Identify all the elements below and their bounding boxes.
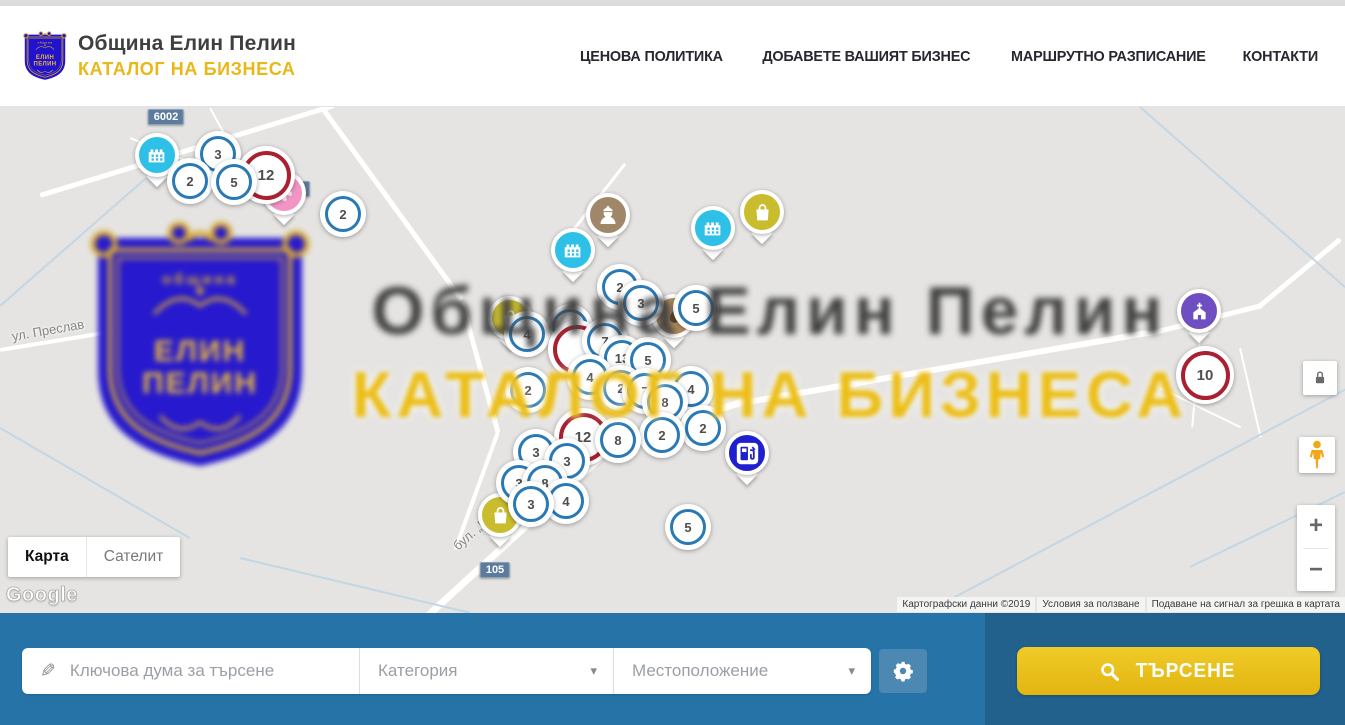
nav-item[interactable]: КОНТАКТИ bbox=[1243, 48, 1318, 65]
fuel-pin-marker[interactable] bbox=[725, 431, 769, 475]
cluster-count: 3 bbox=[513, 486, 549, 522]
attribution-text: Картографски данни ©2019 bbox=[897, 597, 1035, 612]
cluster-marker[interactable]: 2 bbox=[320, 191, 366, 237]
cluster-marker[interactable]: 3 bbox=[508, 481, 554, 527]
factory-pin-marker[interactable] bbox=[691, 206, 735, 250]
keyword-input[interactable] bbox=[68, 660, 349, 682]
map-type-map-button[interactable]: Карта bbox=[8, 537, 87, 577]
search-fields: ✎ Категория ▾ Местоположение ▾ bbox=[22, 648, 871, 694]
search-bar: ✎ Категория ▾ Местоположение ▾ ТЪРСЕН bbox=[0, 613, 1345, 725]
main-nav: ЦЕНОВА ПОЛИТИКА ДОБАВЕТЕ ВАШИЯТ БИЗНЕС МАР… bbox=[577, 48, 1320, 65]
chevron-down-icon: ▾ bbox=[590, 663, 597, 679]
pencil-icon: ✎ bbox=[40, 660, 56, 683]
search-bar-left: ✎ Категория ▾ Местоположение ▾ bbox=[0, 613, 985, 725]
nav-item[interactable]: МАРШРУТНО РАЗПИСАНИЕ bbox=[1011, 48, 1206, 65]
settings-button[interactable] bbox=[879, 649, 927, 693]
google-logo[interactable]: Google bbox=[6, 584, 78, 607]
lock-button[interactable] bbox=[1303, 361, 1337, 395]
search-bar-right: ТЪРСЕНЕ bbox=[985, 613, 1345, 725]
cluster-count: 2 bbox=[172, 163, 208, 199]
gear-icon bbox=[892, 660, 914, 682]
nav-item[interactable]: ЦЕНОВА ПОЛИТИКА bbox=[580, 48, 723, 65]
watermark-subtitle: КАТАЛОГ НА БИЗНЕСА bbox=[337, 357, 1203, 432]
keyword-field[interactable]: ✎ bbox=[22, 648, 360, 694]
map-type-satellite-button[interactable]: Сателит bbox=[87, 537, 180, 577]
shopping-icon bbox=[740, 190, 784, 234]
map-type-control: Карта Сателит bbox=[8, 537, 180, 577]
location-placeholder: Местоположение bbox=[632, 661, 768, 681]
category-select[interactable]: Категория ▾ bbox=[360, 648, 614, 694]
municipality-crest-icon bbox=[22, 26, 68, 86]
cluster-marker[interactable]: 5 bbox=[665, 504, 711, 550]
search-icon bbox=[1099, 661, 1120, 682]
nav-item[interactable]: ДОБАВЕТЕ ВАШИЯТ БИЗНЕС bbox=[762, 48, 970, 65]
category-placeholder: Категория bbox=[378, 661, 457, 681]
site-logo[interactable]: Община Елин Пелин КАТАЛОГ НА БИЗНЕСА bbox=[22, 26, 296, 86]
road-shield: 6002 bbox=[148, 109, 184, 125]
road bbox=[1239, 348, 1262, 438]
watermark-crest bbox=[84, 220, 316, 472]
site-subtitle: КАТАЛОГ НА БИЗНЕСА bbox=[78, 59, 296, 80]
cluster-count: 5 bbox=[216, 164, 252, 200]
location-select[interactable]: Местоположение ▾ bbox=[614, 648, 871, 694]
lock-icon bbox=[1313, 370, 1327, 386]
cluster-marker[interactable]: 5 bbox=[211, 159, 257, 205]
shopping-pin-marker[interactable] bbox=[740, 190, 784, 234]
zoom-control: + − bbox=[1297, 505, 1335, 591]
header: Община Елин Пелин КАТАЛОГ НА БИЗНЕСА ЦЕН… bbox=[0, 6, 1345, 107]
map-attribution: Картографски данни ©2019Условия за ползв… bbox=[897, 597, 1345, 612]
pegman-icon bbox=[1307, 440, 1327, 470]
fuel-icon bbox=[725, 431, 769, 475]
watermark-title: Община Елин Пелин bbox=[337, 272, 1203, 350]
site-title: Община Елин Пелин bbox=[78, 32, 296, 56]
factory-pin-marker[interactable] bbox=[551, 228, 595, 272]
cluster-marker[interactable]: 2 bbox=[167, 158, 213, 204]
waterline bbox=[1139, 107, 1345, 288]
cluster-count: 2 bbox=[325, 196, 361, 232]
zoom-out-button[interactable]: − bbox=[1297, 549, 1335, 592]
cluster-count: 5 bbox=[670, 509, 706, 545]
search-button-label: ТЪРСЕНЕ bbox=[1136, 660, 1236, 683]
map-canvas[interactable]: 60021105 ул. Преславбул. „Новоселци“ 312… bbox=[0, 107, 1345, 613]
search-button[interactable]: ТЪРСЕНЕ bbox=[1017, 647, 1320, 695]
factory-icon bbox=[551, 228, 595, 272]
factory-icon bbox=[691, 206, 735, 250]
pegman-button[interactable] bbox=[1299, 437, 1335, 473]
attribution-link[interactable]: Подаване на сигнал за грешка в картата bbox=[1147, 597, 1345, 612]
road-shield: 105 bbox=[480, 562, 510, 578]
waterline bbox=[240, 557, 470, 613]
zoom-in-button[interactable]: + bbox=[1297, 505, 1335, 548]
attribution-link[interactable]: Условия за ползване bbox=[1037, 597, 1144, 612]
chevron-down-icon: ▾ bbox=[848, 663, 855, 679]
